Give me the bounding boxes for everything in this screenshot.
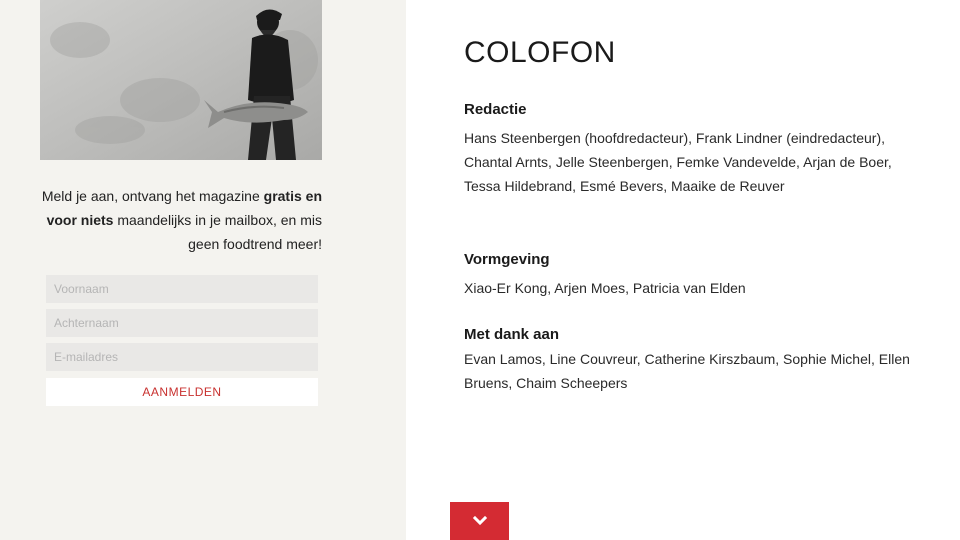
section-text: Hans Steenbergen (hoofdredacteur), Frank…	[464, 130, 892, 194]
signup-button[interactable]: AANMELDEN	[46, 378, 318, 406]
chef-photo	[40, 0, 322, 160]
section-heading: Met dank aan	[464, 326, 560, 343]
section-met-dank-aan: Met dank aan Evan Lamos, Line Couvreur, …	[464, 325, 914, 395]
signup-panel: Meld je aan, ontvang het magazine gratis…	[0, 0, 406, 540]
section-text: Evan Lamos, Line Couvreur, Catherine Kir…	[464, 351, 910, 391]
section-heading: Vormgeving	[464, 251, 550, 268]
section-vormgeving: Vormgeving Xiao-Er Kong, Arjen Moes, Pat…	[464, 250, 914, 300]
scroll-down-button[interactable]	[450, 502, 509, 540]
section-heading: Redactie	[464, 101, 527, 118]
chevron-down-icon	[472, 514, 487, 529]
section-text: Xiao-Er Kong, Arjen Moes, Patricia van E…	[464, 280, 746, 296]
signup-promo-text: Meld je aan, ontvang het magazine gratis…	[41, 188, 322, 252]
page-title: COLOFON	[464, 36, 616, 69]
email-input[interactable]	[46, 343, 318, 371]
colofon-panel: COLOFON Redactie Hans Steenbergen (hoofd…	[406, 0, 960, 540]
first-name-input[interactable]	[46, 275, 318, 303]
last-name-input[interactable]	[46, 309, 318, 337]
section-redactie: Redactie Hans Steenbergen (hoofdredacteu…	[464, 100, 914, 198]
